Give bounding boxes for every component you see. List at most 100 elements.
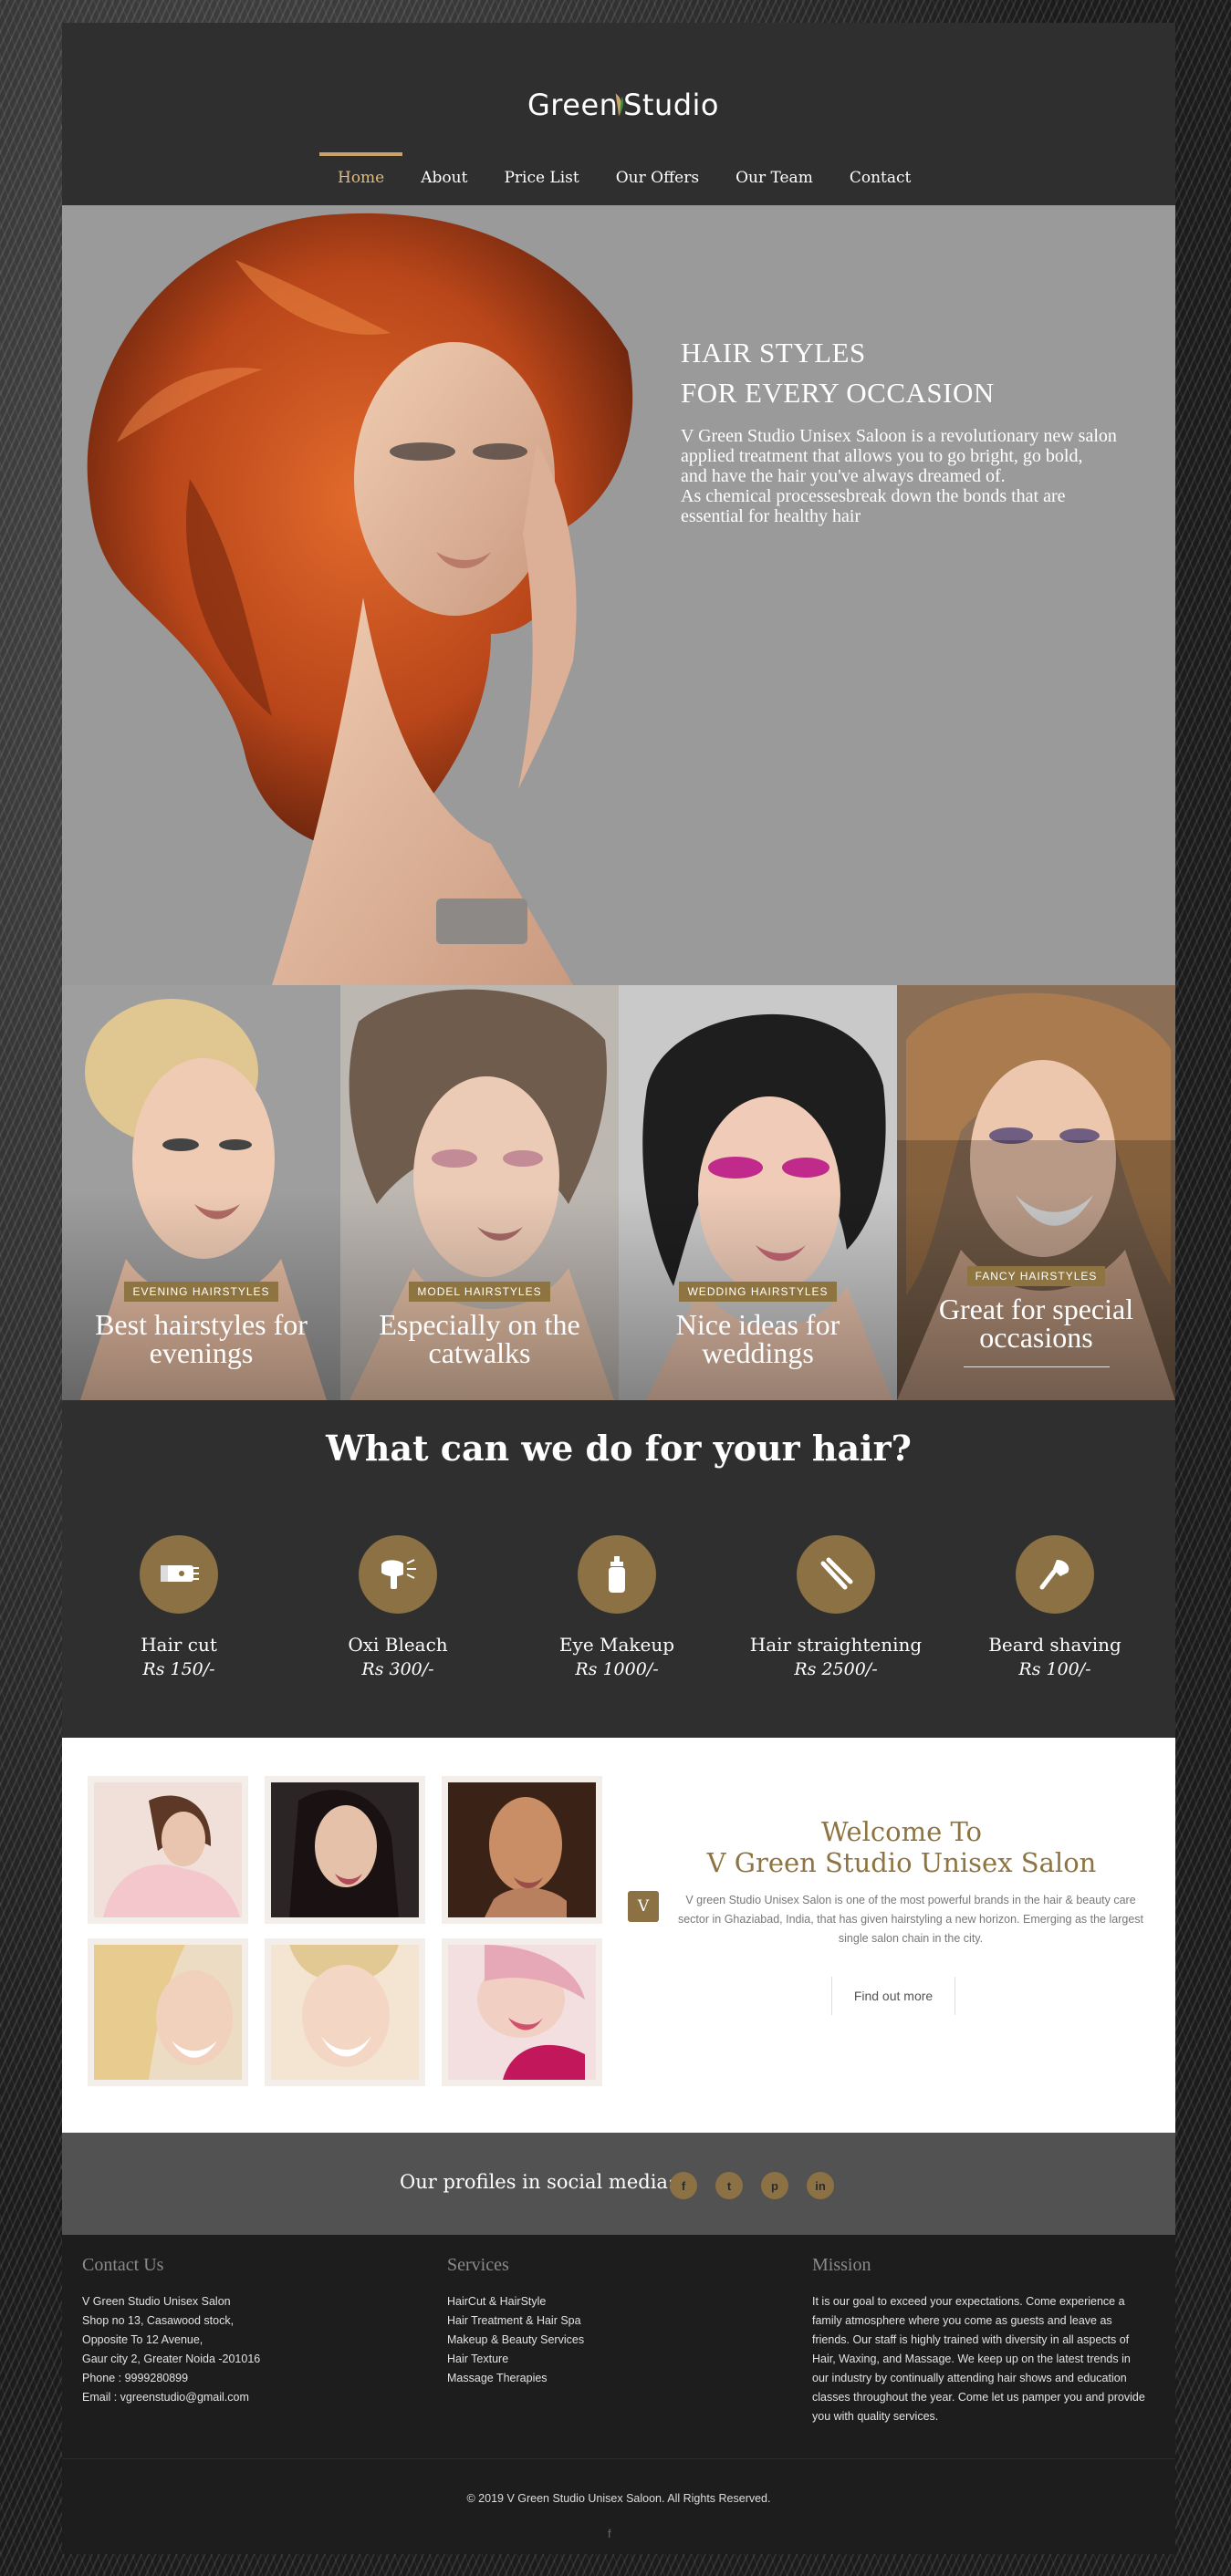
service-price: Rs 1000/- (575, 1659, 659, 1679)
main-nav: Home About Price List Our Offers Our Tea… (319, 151, 929, 205)
service-oxi-bleach[interactable]: Oxi Bleach Rs 300/- (307, 1535, 489, 1679)
service-price: Rs 2500/- (794, 1659, 878, 1679)
flat-iron-icon (797, 1535, 875, 1614)
hero-banner: HAIR STYLES FOR EVERY OCCASION V Green S… (62, 205, 1175, 985)
tile-badge: MODEL HAIRSTYLES (409, 1282, 550, 1302)
hero-body-line: essential for healthy hair (681, 506, 861, 526)
facebook-icon[interactable]: f (670, 2172, 697, 2199)
welcome-section: Welcome To V Green Studio Unisex Salon V… (62, 1738, 1175, 2133)
page-container: Green Studio Home About Price List Our O… (62, 23, 1175, 2554)
nav-item-price-list[interactable]: Price List (485, 151, 597, 205)
footer-service-link[interactable]: Massage Therapies (447, 2369, 584, 2388)
tile-title: Best hairstyles for evenings (95, 1308, 308, 1369)
site-footer: Contact Us V Green Studio Unisex Salon S… (62, 2235, 1175, 2554)
facebook-icon[interactable]: f (608, 2527, 611, 2540)
welcome-title: Welcome To V Green Studio Unisex Salon (664, 1816, 1139, 1878)
hero-description: V Green Studio Unisex Saloon is a revolu… (681, 426, 1174, 526)
footer-heading: Services (447, 2255, 509, 2275)
gallery-image (271, 1945, 419, 2080)
pinterest-icon[interactable]: p (761, 2172, 788, 2199)
gallery-photo[interactable] (265, 1776, 425, 1924)
gallery-photo[interactable] (88, 1938, 248, 2086)
find-out-more-button[interactable]: Find out more (831, 1977, 955, 2015)
footer-service-link[interactable]: Makeup & Beauty Services (447, 2331, 584, 2350)
footer-mission: Mission It is our goal to exceed your ex… (812, 2255, 1150, 2426)
hero-title-line2: FOR EVERY OCCASION (681, 377, 995, 409)
service-hair-cut[interactable]: Hair cut Rs 150/- (88, 1535, 270, 1679)
service-price: Rs 100/- (1018, 1659, 1091, 1679)
footer-divider (62, 2458, 1175, 2459)
tile-title: Nice ideas for weddings (675, 1308, 840, 1369)
footer-service-link[interactable]: Hair Texture (447, 2350, 584, 2369)
service-price: Rs 300/- (361, 1659, 434, 1679)
welcome-title-line1: Welcome To (820, 1816, 982, 1847)
service-hair-straightening[interactable]: Hair straightening Rs 2500/- (745, 1535, 927, 1679)
tile-evening-hairstyles[interactable]: EVENING HAIRSTYLES Best hairstyles for e… (62, 985, 340, 1400)
gallery-photo[interactable] (265, 1938, 425, 2086)
contact-line: Gaur city 2, Greater Noida -201016 (82, 2353, 261, 2365)
social-bar: Our profiles in social media: f t p in (62, 2133, 1175, 2235)
hero-body-line: applied treatment that allows you to go … (681, 446, 1083, 466)
clipper-icon (140, 1535, 218, 1614)
nav-item-about[interactable]: About (402, 151, 485, 205)
copyright: © 2019 V Green Studio Unisex Saloon. All… (466, 2492, 771, 2505)
tile-caption: EVENING HAIRSTYLES Best hairstyles for e… (62, 1282, 340, 1367)
logo[interactable]: Green Studio (527, 68, 719, 141)
welcome-title-line2: V Green Studio Unisex Salon (706, 1847, 1097, 1878)
nav-item-contact[interactable]: Contact (831, 151, 930, 205)
contact-phone: Phone : 9999280899 (82, 2372, 189, 2384)
tile-badge: FANCY HAIRSTYLES (966, 1266, 1106, 1286)
tile-model-hairstyles[interactable]: MODEL HAIRSTYLES Especially on the catwa… (340, 985, 619, 1400)
gallery-photo[interactable] (442, 1938, 602, 2086)
hairstyle-categories: EVENING HAIRSTYLES Best hairstyles for e… (62, 985, 1175, 1400)
nav-item-our-team[interactable]: Our Team (717, 151, 831, 205)
gallery-image (271, 1782, 419, 1917)
footer-services: Services HairCut & HairStyle Hair Treatm… (447, 2255, 584, 2388)
nav-item-our-offers[interactable]: Our Offers (598, 151, 717, 205)
shaving-brush-icon (1016, 1535, 1094, 1614)
contact-line: Shop no 13, Casawood stock, (82, 2314, 235, 2327)
hero-body-line: V Green Studio Unisex Saloon is a revolu… (681, 426, 1117, 446)
tile-caption: FANCY HAIRSTYLES Great for special occas… (897, 1266, 1175, 1367)
cosmetic-bottle-icon (578, 1535, 656, 1614)
footer-heading: Mission (812, 2255, 871, 2275)
tile-title: Especially on the catwalks (379, 1308, 580, 1369)
service-eye-makeup[interactable]: Eye Makeup Rs 1000/- (526, 1535, 708, 1679)
gallery-image (94, 1945, 242, 2080)
hero-body-line: As chemical processesbreak down the bond… (681, 486, 1066, 506)
logo-text-green: Green (527, 88, 619, 122)
service-name: Eye Makeup (558, 1634, 675, 1656)
gallery-photo[interactable] (442, 1776, 602, 1924)
services-section: What can we do for your hair? Hair cut R… (62, 1400, 1175, 1738)
v-badge: V (628, 1891, 659, 1922)
service-beard-shaving[interactable]: Beard shaving Rs 100/- (964, 1535, 1146, 1679)
nav-item-home[interactable]: Home (319, 151, 403, 205)
footer-service-link[interactable]: Hair Treatment & Hair Spa (447, 2311, 584, 2331)
contact-email[interactable]: Email : vgreenstudio@gmail.com (82, 2388, 260, 2407)
mission-text: It is our goal to exceed your expectatio… (812, 2295, 1145, 2423)
service-name: Hair cut (141, 1634, 217, 1656)
tile-wedding-hairstyles[interactable]: WEDDING HAIRSTYLES Nice ideas for weddin… (619, 985, 897, 1400)
linkedin-icon[interactable]: in (807, 2172, 834, 2199)
gallery-photo[interactable] (88, 1776, 248, 1924)
twitter-icon[interactable]: t (715, 2172, 743, 2199)
site-header: Green Studio Home About Price List Our O… (62, 23, 1175, 205)
service-name: Hair straightening (749, 1634, 923, 1656)
contact-line: Opposite To 12 Avenue, (82, 2333, 203, 2346)
tile-fancy-hairstyles[interactable]: FANCY HAIRSTYLES Great for special occas… (897, 985, 1175, 1400)
social-label: Our profiles in social media: (400, 2171, 675, 2193)
tile-badge: EVENING HAIRSTYLES (124, 1282, 278, 1302)
gallery-image (448, 1945, 596, 2080)
tile-badge: WEDDING HAIRSTYLES (679, 1282, 837, 1302)
contact-line: V Green Studio Unisex Salon (82, 2295, 231, 2308)
service-name: Beard shaving (988, 1634, 1121, 1656)
service-name: Oxi Bleach (348, 1634, 448, 1656)
hero-model-image (87, 213, 633, 985)
gallery-image (94, 1782, 242, 1917)
hair-dryer-icon (359, 1535, 437, 1614)
tile-title: Great for special occasions (938, 1293, 1134, 1354)
tile-divider (963, 1366, 1110, 1367)
logo-text-studio: Studio (623, 88, 719, 122)
service-price: Rs 150/- (142, 1659, 215, 1679)
footer-service-link[interactable]: HairCut & HairStyle (447, 2292, 584, 2311)
